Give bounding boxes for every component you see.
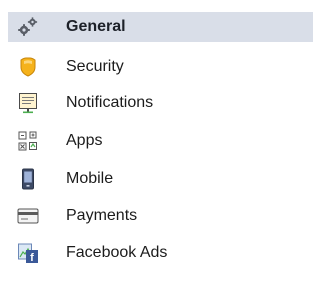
sidebar-item-label: Notifications	[66, 94, 154, 111]
sidebar-item-label: Apps	[66, 132, 103, 149]
gear-icon	[16, 15, 40, 39]
sidebar-item-facebook-ads[interactable]: f Facebook Ads	[8, 238, 313, 268]
svg-text:f: f	[30, 252, 34, 264]
sidebar-item-label: Facebook Ads	[66, 244, 168, 261]
sidebar-item-notifications[interactable]: Notifications	[8, 88, 313, 118]
mobile-phone-icon	[16, 167, 40, 191]
sidebar-item-security[interactable]: Security	[8, 52, 313, 82]
apps-icon	[16, 129, 40, 153]
credit-card-icon	[16, 204, 40, 228]
facebook-ads-icon: f	[16, 241, 40, 265]
settings-sidebar: General Security Notifications Apps Mobi…	[0, 0, 321, 293]
sidebar-item-label: General	[66, 18, 126, 35]
sidebar-item-label: Payments	[66, 207, 138, 224]
sidebar-item-label: Security	[66, 58, 124, 75]
sidebar-item-label: Mobile	[66, 170, 114, 187]
shield-icon	[16, 55, 40, 79]
sidebar-item-apps[interactable]: Apps	[8, 126, 313, 156]
sidebar-item-general[interactable]: General	[8, 12, 313, 42]
sidebar-item-payments[interactable]: Payments	[8, 201, 313, 231]
notifications-icon	[16, 91, 40, 115]
sidebar-item-mobile[interactable]: Mobile	[8, 164, 313, 194]
